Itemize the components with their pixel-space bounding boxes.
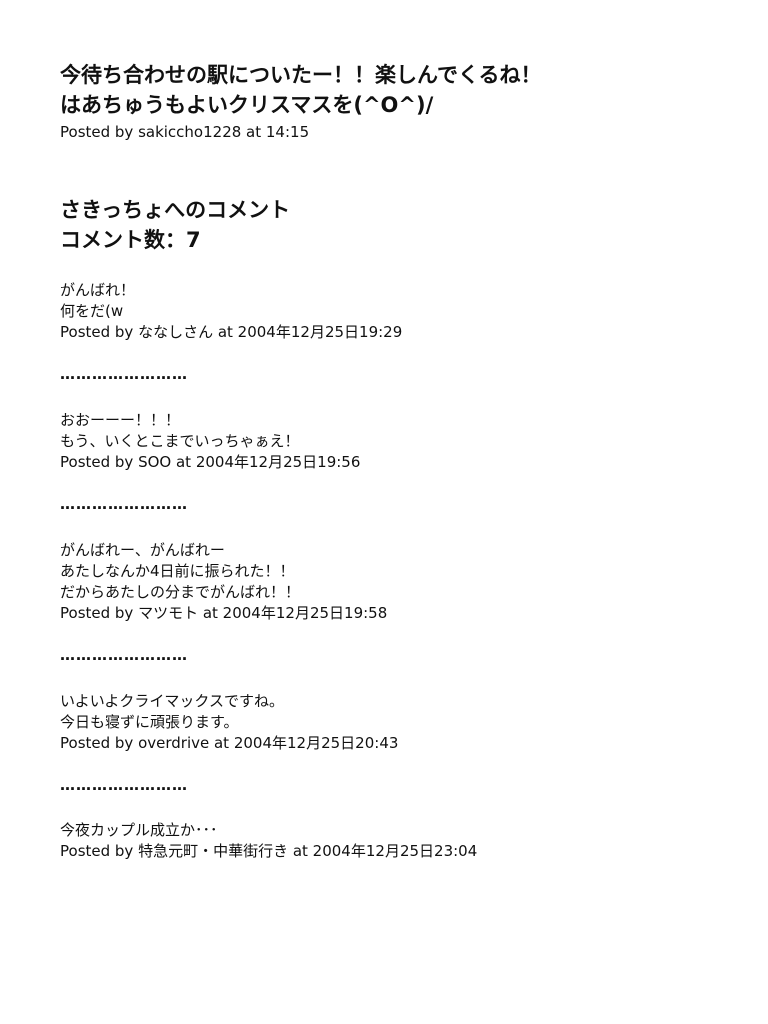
comment-item: がんばれ！ 何をだ(w Posted by ななしさん at 2004年12月2…: [60, 280, 740, 343]
blog-page: 今待ち合わせの駅についたー！！楽しんでくるね！ はあちゅうもよいクリスマスを(^…: [0, 0, 768, 1024]
comment-item: いよいよクライマックスですね。 今日も寝ずに頑張ります。 Posted by o…: [60, 691, 740, 754]
comment-meta: Posted by SOO at 2004年12月25日19:56: [60, 453, 361, 471]
blog-post: 今待ち合わせの駅についたー！！楽しんでくるね！ はあちゅうもよいクリスマスを(^…: [60, 60, 740, 143]
comments-heading: さきっちょへのコメント コメント数：7: [60, 195, 290, 255]
comment-meta: Posted by overdrive at 2004年12月25日20:43: [60, 734, 399, 752]
comment-item: おおーーー！！！ もう、いくとこまでいっちゃぁえ！ Posted by SOO …: [60, 410, 740, 473]
comment-separator: ……………………: [60, 495, 188, 513]
comment-separator: ……………………: [60, 365, 188, 383]
post-text-line: 今待ち合わせの駅についたー！！楽しんでくるね！: [60, 63, 542, 87]
comment-text: 何をだ(w: [60, 302, 124, 320]
post-meta: Posted by sakiccho1228 at 14:15: [60, 123, 310, 141]
comment-meta: Posted by 特急元町・中華街行き at 2004年12月25日23:04: [60, 842, 478, 860]
comment-text: 今日も寝ずに頑張ります。: [60, 713, 239, 731]
comment-item: がんばれー、がんばれー あたしなんか4日前に振られた！！ だからあたしの分までが…: [60, 540, 740, 624]
post-text-line: はあちゅうもよいクリスマスを(^O^)/: [60, 93, 434, 117]
comment-text: おおーーー！！！: [60, 411, 181, 429]
comment-item: 今夜カップル成立か･･･ Posted by 特急元町・中華街行き at 200…: [60, 820, 740, 862]
comment-separator: ……………………: [60, 646, 188, 664]
comments-title: さきっちょへのコメント: [60, 198, 291, 222]
comment-text: がんばれー、がんばれー: [60, 541, 225, 559]
comments-count: コメント数：7: [60, 228, 201, 252]
comment-text: がんばれ！: [60, 281, 136, 299]
comment-text: いよいよクライマックスですね。: [60, 692, 284, 710]
comment-text: 今夜カップル成立か･･･: [60, 821, 218, 839]
comment-text: あたしなんか4日前に振られた！！: [60, 562, 295, 580]
comment-text: もう、いくとこまでいっちゃぁえ！: [60, 432, 300, 450]
comment-meta: Posted by ななしさん at 2004年12月25日19:29: [60, 323, 403, 341]
comment-meta: Posted by マツモト at 2004年12月25日19:58: [60, 604, 388, 622]
comment-separator: ……………………: [60, 776, 188, 794]
comment-text: だからあたしの分までがんばれ！！: [60, 583, 301, 601]
